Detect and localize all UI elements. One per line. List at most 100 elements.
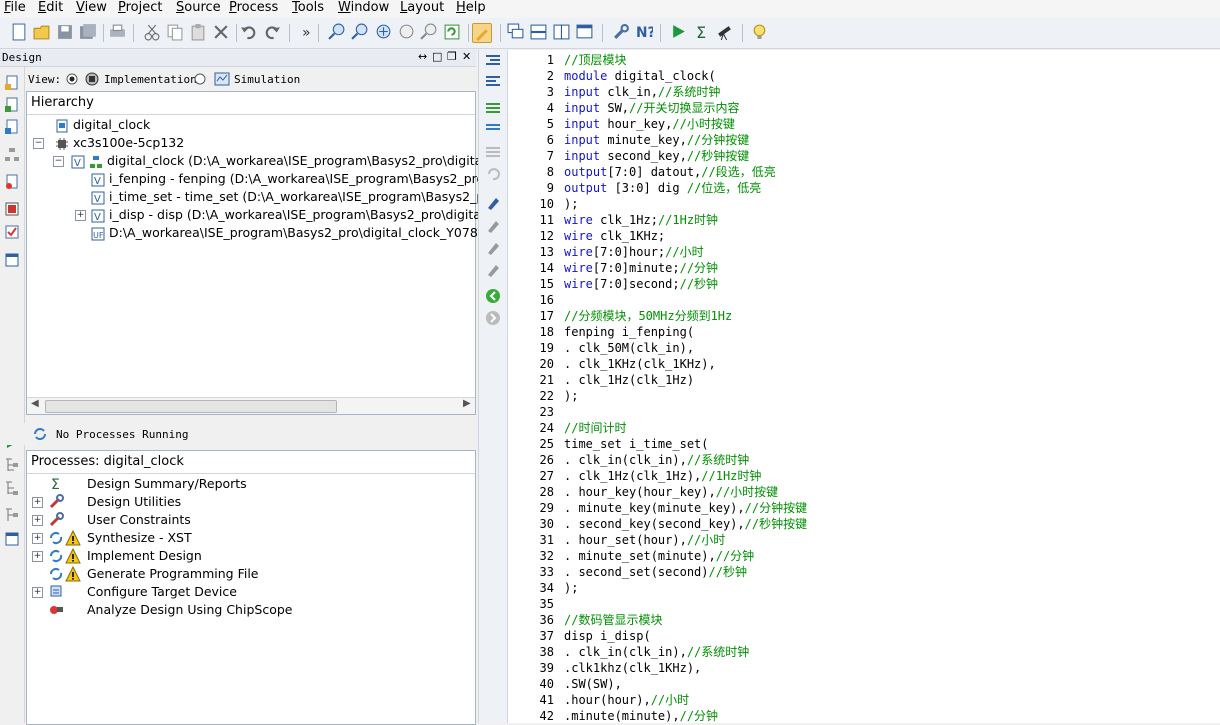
open-icon[interactable] xyxy=(33,23,51,41)
tree-item[interactable]: + Vi_disp - disp (D:\A_workarea\ISE_progr… xyxy=(75,206,491,224)
menu-tools[interactable]: Tools xyxy=(292,0,324,16)
paste-icon[interactable] xyxy=(189,23,207,41)
code-line[interactable]: wire[7:0]minute;//分钟 xyxy=(564,260,718,276)
expand-icon[interactable]: + xyxy=(32,551,43,562)
zoom-out-icon[interactable] xyxy=(351,23,369,41)
radio-implementation[interactable] xyxy=(66,73,78,85)
bookmark-icon[interactable] xyxy=(485,195,501,211)
refresh-view-icon[interactable] xyxy=(443,23,461,41)
panel-icon[interactable] xyxy=(4,252,20,268)
add-copy-source-icon[interactable] xyxy=(4,119,20,135)
simulation-label[interactable]: Simulation xyxy=(234,73,300,86)
code-line[interactable]: wire clk_1KHz; xyxy=(564,228,665,244)
code-line[interactable]: . minute_set(minute),//分钟 xyxy=(564,548,754,564)
code-line[interactable]: . clk_in(clk_in),//系统时钟 xyxy=(564,644,749,660)
outdent-icon[interactable] xyxy=(485,74,501,90)
indent-icon[interactable] xyxy=(485,53,501,69)
code-line[interactable]: . second_key(second_key),//秒钟按键 xyxy=(564,516,807,532)
code-line[interactable]: . clk_1KHz(clk_1KHz), xyxy=(564,356,716,372)
code-line[interactable]: time_set i_time_set( xyxy=(564,436,709,452)
copy-icon[interactable] xyxy=(166,23,184,41)
code-line[interactable]: input second_key,//秒钟按键 xyxy=(564,148,749,164)
hierarchy-hscrollbar[interactable]: ◀ ▶ xyxy=(27,397,475,414)
new-icon[interactable] xyxy=(10,23,28,41)
minimize-icon[interactable]: □ xyxy=(432,50,442,63)
code-line[interactable]: //时间计时 xyxy=(564,420,626,436)
code-line[interactable]: input clk_in,//系统时钟 xyxy=(564,84,720,100)
scroll-left-icon[interactable]: ◀ xyxy=(31,398,39,409)
undo-icon[interactable] xyxy=(240,23,258,41)
menu-edit[interactable]: Edit xyxy=(38,0,63,16)
menu-source[interactable]: Source xyxy=(176,0,221,16)
menu-project[interactable]: Project xyxy=(118,0,163,16)
zoom-area-icon[interactable] xyxy=(397,23,415,41)
code-line[interactable]: output [3:0] dig //位选，低亮 xyxy=(564,180,761,196)
wrench-icon[interactable] xyxy=(612,23,630,41)
menu-window[interactable]: Window xyxy=(338,0,389,16)
code-line[interactable]: input minute_key,//分钟按键 xyxy=(564,132,749,148)
code-line[interactable]: . second_set(second)//秒钟 xyxy=(564,564,747,580)
comment-icon[interactable] xyxy=(485,100,501,116)
tree-item[interactable]: − xc3s100e-5cp132 xyxy=(33,134,184,152)
scroll-thumb[interactable] xyxy=(45,400,337,413)
hierarchy-icon[interactable] xyxy=(4,147,20,163)
back-icon[interactable] xyxy=(485,288,501,304)
redo-icon[interactable] xyxy=(263,23,281,41)
menu-help[interactable]: Help xyxy=(456,0,486,16)
code-line[interactable]: . hour_set(hour),//小时 xyxy=(564,532,725,548)
code-line[interactable]: output[7:0] datout,//段选，低亮 xyxy=(564,164,776,180)
bookmark-next-icon[interactable] xyxy=(485,218,501,234)
expand-icon[interactable]: + xyxy=(32,533,43,544)
code-line[interactable]: wire clk_1Hz;//1Hz时钟 xyxy=(564,212,718,228)
new-source-icon[interactable] xyxy=(4,75,20,91)
expand-icon[interactable]: + xyxy=(32,515,43,526)
code-line[interactable]: fenping i_fenping( xyxy=(564,324,694,340)
tree-item[interactable]: UF D:\A_workarea\ISE_program\Basys2_pro\d… xyxy=(91,224,501,242)
radio-simulation[interactable] xyxy=(194,73,206,85)
process-tree-icon[interactable] xyxy=(4,457,20,473)
process-tree-2-icon[interactable] xyxy=(4,480,20,496)
code-line[interactable]: . clk_50M(clk_in), xyxy=(564,340,694,356)
code-line[interactable]: wire[7:0]second;//秒钟 xyxy=(564,276,718,292)
restore-icon[interactable]: ❐ xyxy=(447,50,457,63)
expand-icon[interactable]: + xyxy=(32,587,43,598)
delete-icon[interactable] xyxy=(212,23,230,41)
bookmark-clear-icon[interactable] xyxy=(485,262,501,278)
code-line[interactable]: //顶层模块 xyxy=(564,52,626,68)
expand-icon[interactable]: + xyxy=(75,210,86,221)
collapse-icon[interactable]: − xyxy=(53,156,64,167)
code-line[interactable]: //数码管显示模块 xyxy=(564,612,662,628)
expand-icon[interactable]: + xyxy=(32,497,43,508)
edit-active-icon[interactable] xyxy=(472,23,492,43)
menu-view[interactable]: View xyxy=(76,0,107,16)
code-line[interactable]: ); xyxy=(564,388,578,404)
run-icon[interactable] xyxy=(670,23,688,41)
undo-edit-icon[interactable] xyxy=(485,166,501,182)
menu-process[interactable]: Process xyxy=(229,0,278,16)
tree-item[interactable]: − Vdigital_clock (D:\A_workarea\ISE_progr… xyxy=(53,152,499,170)
lines-icon[interactable] xyxy=(485,144,501,160)
help-context-icon[interactable]: N? xyxy=(635,23,653,41)
code-line[interactable]: module digital_clock( xyxy=(564,68,716,84)
code-line[interactable]: ); xyxy=(564,196,578,212)
code-line[interactable]: .SW(SW), xyxy=(564,676,622,692)
tile-vertical-icon[interactable] xyxy=(553,23,571,41)
cut-icon[interactable] xyxy=(143,23,161,41)
tree-item[interactable]: digital_clock xyxy=(55,116,150,134)
code-line[interactable]: ); xyxy=(564,580,578,596)
code-line[interactable]: . clk_1Hz(clk_1Hz) xyxy=(564,372,694,388)
forward-icon[interactable] xyxy=(485,310,501,326)
bookmark-prev-icon[interactable] xyxy=(485,240,501,256)
code-line[interactable]: . clk_in(clk_in),//系统时钟 xyxy=(564,452,749,468)
menu-file[interactable]: File xyxy=(4,0,26,16)
window-list-icon[interactable] xyxy=(576,23,594,41)
code-line[interactable]: .clk1khz(clk_1KHz), xyxy=(564,660,701,676)
cascade-icon[interactable] xyxy=(507,23,525,41)
add-source-icon[interactable] xyxy=(4,97,20,113)
properties-icon[interactable] xyxy=(4,201,20,217)
code-line[interactable]: input hour_key,//小时按键 xyxy=(564,116,735,132)
zoom-full-icon[interactable] xyxy=(420,23,438,41)
tree-item[interactable]: Vi_fenping - fenping (D:\A_workarea\ISE_… xyxy=(91,170,496,188)
code-line[interactable]: input SW,//开关切换显示内容 xyxy=(564,100,739,116)
check-icon[interactable] xyxy=(4,224,20,240)
